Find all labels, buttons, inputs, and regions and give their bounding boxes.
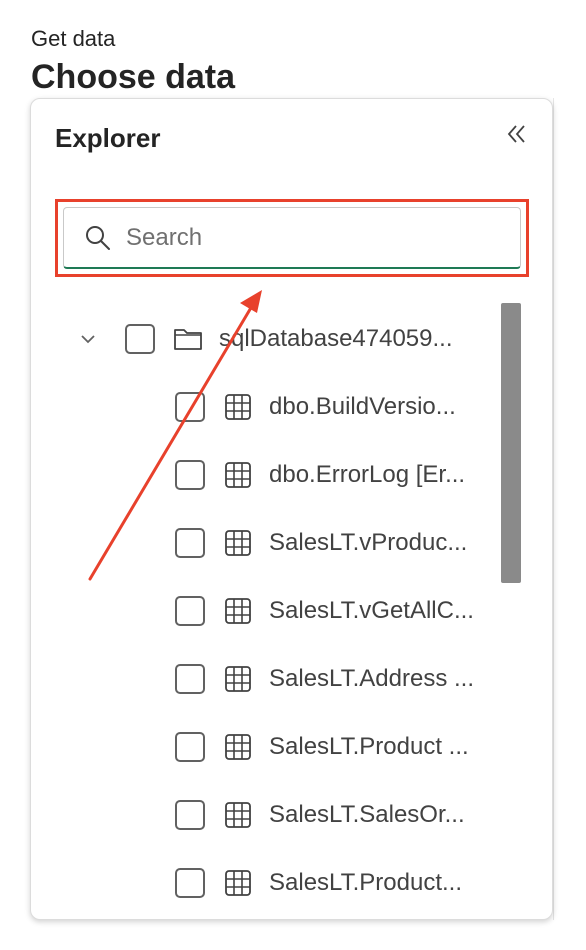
chevron-down-icon[interactable] bbox=[77, 330, 99, 348]
tree-item[interactable]: SalesLT.vProduc... bbox=[175, 523, 491, 563]
table-icon bbox=[223, 868, 253, 898]
item-checkbox[interactable] bbox=[175, 596, 205, 626]
page-title: Choose data bbox=[31, 58, 236, 96]
item-checkbox[interactable] bbox=[175, 800, 205, 830]
search-icon bbox=[84, 224, 112, 252]
tree-root-row[interactable]: sqlDatabase474059... bbox=[77, 319, 489, 359]
table-icon bbox=[223, 596, 253, 626]
root-checkbox[interactable] bbox=[125, 324, 155, 354]
pane-divider bbox=[553, 98, 554, 920]
table-icon bbox=[223, 460, 253, 490]
table-icon bbox=[223, 664, 253, 694]
tree-scrollbar[interactable] bbox=[501, 303, 521, 583]
item-checkbox[interactable] bbox=[175, 460, 205, 490]
tree-item-label: dbo.ErrorLog [Er... bbox=[269, 461, 466, 488]
tree-item-label: SalesLT.Product ... bbox=[269, 733, 469, 760]
get-data-eyebrow: Get data bbox=[31, 26, 116, 51]
tree-item-label: SalesLT.Address ... bbox=[269, 665, 474, 692]
item-checkbox[interactable] bbox=[175, 392, 205, 422]
collapse-explorer-button[interactable] bbox=[500, 117, 534, 151]
tree-item[interactable]: dbo.BuildVersio... bbox=[175, 387, 491, 427]
table-icon bbox=[223, 528, 253, 558]
table-icon bbox=[223, 800, 253, 830]
tree-root-label: sqlDatabase474059... bbox=[219, 325, 453, 352]
table-icon bbox=[223, 732, 253, 762]
tree-item-label: SalesLT.Product... bbox=[269, 869, 462, 896]
explorer-title: Explorer bbox=[55, 123, 161, 153]
tree-item-label: dbo.BuildVersio... bbox=[269, 393, 456, 420]
item-checkbox[interactable] bbox=[175, 664, 205, 694]
item-checkbox[interactable] bbox=[175, 528, 205, 558]
double-chevron-left-icon bbox=[507, 125, 525, 143]
tree-item-label: SalesLT.vProduc... bbox=[269, 529, 468, 556]
table-icon bbox=[223, 392, 253, 422]
item-checkbox[interactable] bbox=[175, 868, 205, 898]
explorer-panel: Explorer sqlD bbox=[30, 98, 553, 920]
tree-item-label: SalesLT.vGetAllC... bbox=[269, 597, 474, 624]
tree-item[interactable]: SalesLT.Product... bbox=[175, 863, 491, 903]
tree-item[interactable]: SalesLT.Product ... bbox=[175, 727, 491, 767]
tree-item[interactable]: SalesLT.Address ... bbox=[175, 659, 491, 699]
item-checkbox[interactable] bbox=[175, 732, 205, 762]
search-box[interactable] bbox=[63, 207, 521, 269]
tree-item-label: SalesLT.SalesOr... bbox=[269, 801, 465, 828]
tree-item[interactable]: dbo.ErrorLog [Er... bbox=[175, 455, 491, 495]
folder-icon bbox=[173, 324, 203, 354]
search-input[interactable] bbox=[124, 222, 488, 253]
tree-item[interactable]: SalesLT.SalesOr... bbox=[175, 795, 491, 835]
tree-item[interactable]: SalesLT.vGetAllC... bbox=[175, 591, 491, 631]
